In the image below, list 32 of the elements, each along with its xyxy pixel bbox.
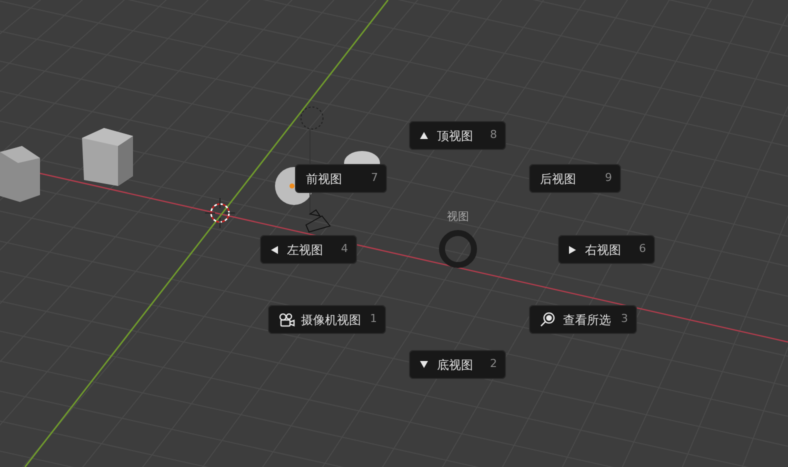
pie-menu-item[interactable]: 顶视图 8 (409, 121, 506, 150)
pie-center-ring-icon (438, 229, 478, 269)
shortcut-key: 7 (371, 170, 378, 187)
pie-menu-title: 视图 (446, 210, 470, 224)
pie-menu-item[interactable]: 左视图 4 (260, 235, 357, 264)
shortcut-key: 3 (621, 311, 628, 328)
up-triangle-icon (420, 132, 428, 139)
left-triangle-icon (271, 246, 278, 254)
shortcut-key: 9 (605, 170, 612, 187)
magnifier-icon (540, 312, 555, 327)
menu-item-label: 前视图 (306, 170, 342, 188)
menu-item-label: 后视图 (540, 170, 576, 188)
shortcut-key: 4 (341, 241, 348, 258)
pie-menu-item[interactable]: 后视图 9 (529, 164, 621, 193)
menu-item-label: 左视图 (287, 242, 323, 258)
menu-item-label: 查看所选 (563, 312, 611, 328)
menu-item-label: 底视图 (437, 356, 473, 374)
menu-item-label: 摄像机视图 (301, 312, 361, 328)
shortcut-key: 8 (490, 127, 497, 144)
shortcut-key: 1 (370, 311, 377, 328)
shortcut-key: 2 (490, 356, 497, 373)
pie-menu-item[interactable]: 查看所选 3 (529, 305, 637, 334)
shortcut-key: 6 (639, 241, 646, 258)
right-triangle-icon (569, 246, 576, 254)
movie-camera-icon (279, 312, 295, 326)
pie-menu-item[interactable]: 前视图 7 (295, 164, 387, 193)
menu-item-label: 顶视图 (437, 128, 473, 144)
pie-menu-item[interactable]: 右视图 6 (558, 235, 655, 264)
down-triangle-icon (420, 361, 428, 368)
pie-menu-item[interactable]: 底视图 2 (409, 350, 506, 379)
pie-menu-item[interactable]: 摄像机视图 1 (268, 305, 386, 334)
menu-item-label: 右视图 (585, 242, 621, 258)
